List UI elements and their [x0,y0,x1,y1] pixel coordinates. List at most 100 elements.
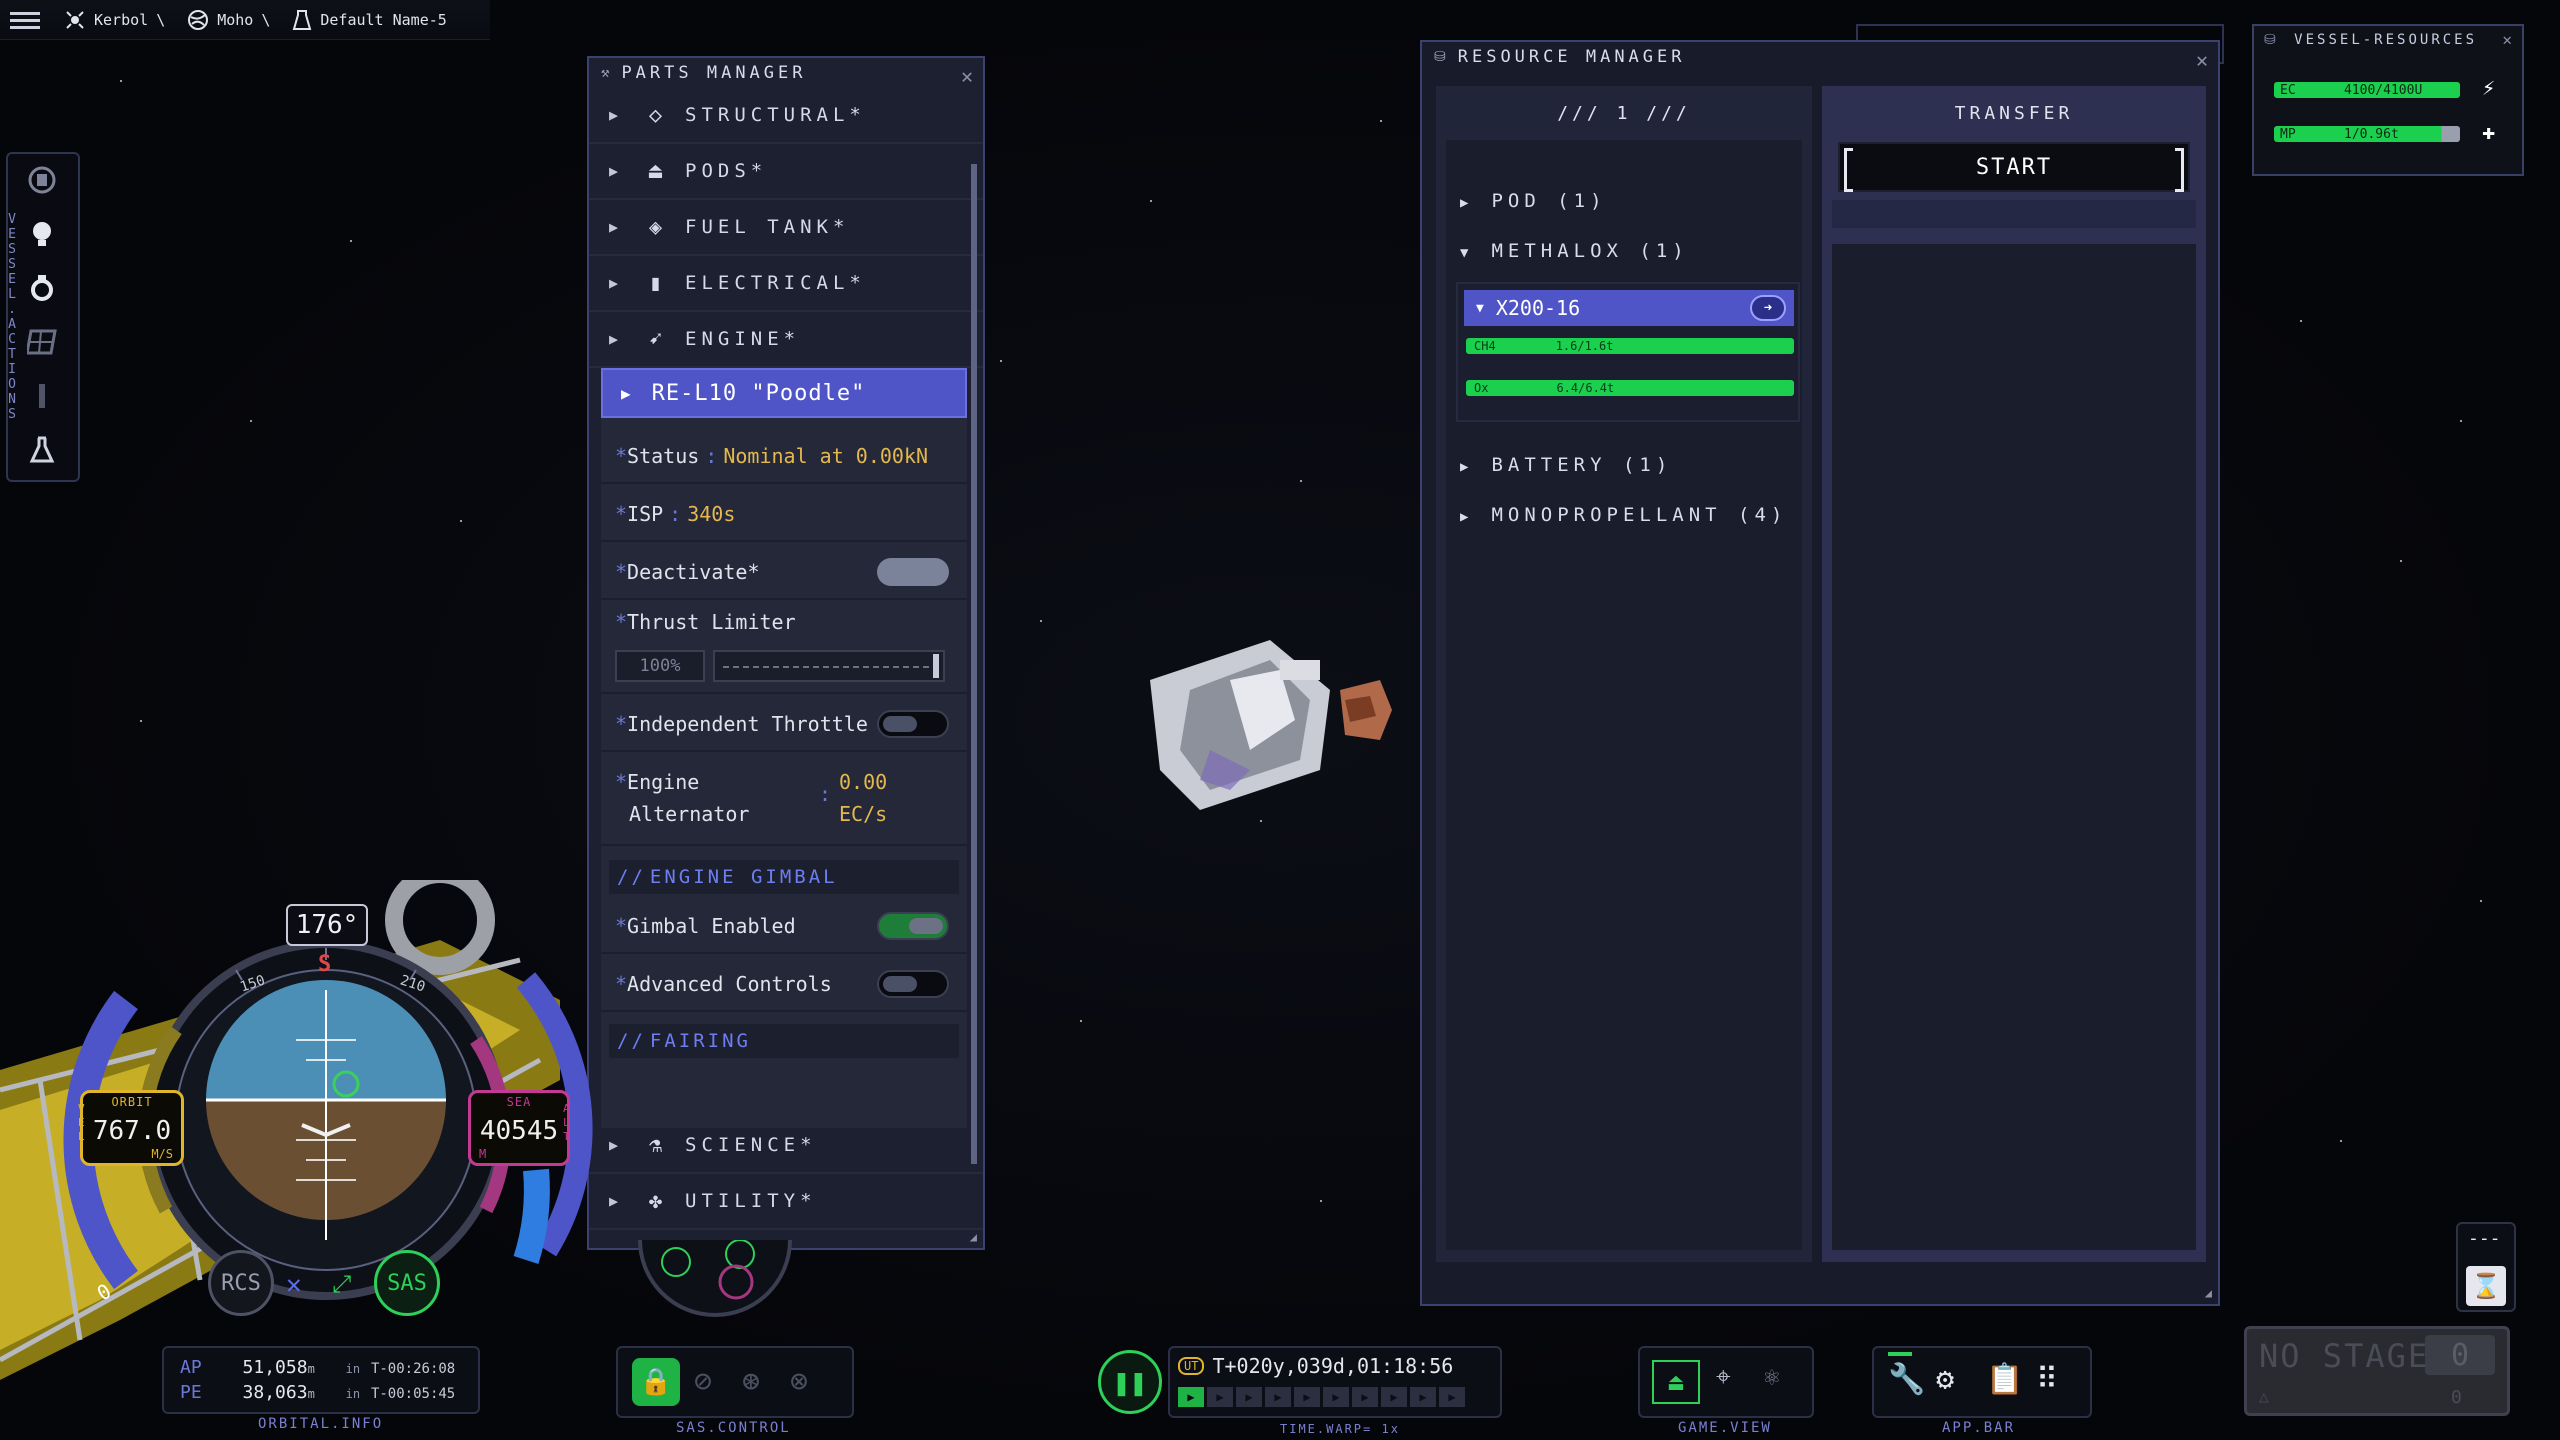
thrust-limiter-row: *Thrust Limiter 100% [601,602,967,694]
resource-category-pod[interactable]: ▶ POD (1) [1460,190,1607,212]
time-warp-step[interactable]: ▶ [1439,1387,1465,1407]
altitude-unit: M [479,1147,487,1161]
science-flask-icon[interactable] [26,434,58,466]
stage-icon[interactable] [26,164,58,196]
rcs-translate-icon[interactable]: ✕ [286,1270,302,1300]
rcs-button[interactable]: RCS [208,1250,274,1316]
resource-category-battery[interactable]: ▶ BATTERY (1) [1460,454,1672,476]
category-pods[interactable]: ▶ ⏏ PODS* [589,144,983,200]
sas-button[interactable]: SAS [374,1250,440,1316]
chevron-right-icon: ▶ [1460,195,1474,211]
vessel-actions-label: VESSEL.ACTIONS [8,212,16,422]
resize-handle-icon[interactable]: ◢ [970,1230,977,1244]
close-icon[interactable]: ✕ [2502,30,2512,49]
solar-panel-icon[interactable] [26,326,58,358]
resource-manager-title: RESOURCE MANAGER [1457,47,1686,67]
sas-lock-button[interactable]: 🔒 [632,1358,680,1406]
clipboard-icon[interactable]: 📋 [1986,1362,2023,1397]
time-warp-step[interactable]: ▶ [1178,1387,1204,1407]
thrust-limiter-input[interactable]: 100% [615,650,705,682]
sas-hold-icon[interactable]: ⤢ [332,1270,351,1298]
status-value: Nominal at 0.00kN [723,444,929,468]
time-warp-step[interactable]: ▶ [1352,1387,1378,1407]
breadcrumb-body[interactable]: Moho \ [187,9,270,31]
time-warp-step[interactable]: ▶ [1294,1387,1320,1407]
resource-category-monopropellant[interactable]: ▶ MONOPROPELLANT (4) [1460,504,1787,526]
slider-handle[interactable] [933,654,939,678]
chevron-down-icon: ▼ [1476,300,1484,316]
transfer-list-area [1832,244,2196,1250]
category-electrical[interactable]: ▶ ▮ ELECTRICAL* [589,256,983,312]
pause-button[interactable]: ❚❚ [1098,1350,1162,1414]
tracking-station-icon[interactable]: ⚛ [1764,1362,1780,1392]
breadcrumb-system[interactable]: Kerbol \ [64,9,165,31]
category-engine[interactable]: ▶ ➹ ENGINE* [589,312,983,368]
vessel-resources-titlebar[interactable]: ⛁ VESSEL-RESOURCES [2254,26,2522,54]
resource-category-methalox[interactable]: ▼ METHALOX (1) [1460,240,1689,262]
selected-part-header[interactable]: ▶ RE-L10 "Poodle" [601,368,967,418]
fairing-header[interactable]: //FAIRING [609,1024,959,1058]
ut-badge[interactable]: UT [1178,1357,1205,1375]
light-icon[interactable] [26,218,58,250]
tab-group-1[interactable]: /// 1 /// [1436,86,1812,140]
velocity-readout[interactable]: ORBIT 767.0 M/S [80,1090,184,1166]
vessel-resources-window: ⛁ VESSEL-RESOURCES ✕ EC 4100/4100U ⚡ MP … [2252,24,2524,176]
chevron-right-icon: ▶ [1460,459,1474,475]
breadcrumb-vessel[interactable]: Default Name-5 [292,9,447,31]
tank-header[interactable]: ▼ X200-16 ➜ [1464,290,1794,326]
time-warp-step[interactable]: ▶ [1265,1387,1291,1407]
time-warp-step[interactable]: ▶ [1410,1387,1436,1407]
transfer-panel: TRANSFER START [1822,86,2206,1262]
sas-retrograde-icon[interactable]: ⊛ [742,1364,760,1399]
close-icon[interactable]: ✕ [2196,48,2208,72]
gear-icon[interactable] [26,272,58,304]
start-transfer-button[interactable]: START [1838,142,2190,192]
ch4-bar: CH4 1.6/1.6t [1466,338,1794,354]
resize-handle-icon[interactable]: ◢ [2205,1286,2212,1300]
app-grid-icon[interactable]: ⠿ [2036,1362,2058,1397]
deactivate-button[interactable] [877,558,949,586]
independent-throttle-toggle[interactable] [877,710,949,738]
sas-prograde-icon[interactable]: ⊘ [694,1364,712,1399]
engine-alternator-row: *Engine Alternator : 0.00 EC/s [601,754,967,846]
settings-gear-icon[interactable]: ⚙ [1936,1362,1954,1397]
gimbal-enabled-toggle[interactable] [877,912,949,940]
resource-icon: ⛁ [1434,49,1450,65]
parts-manager-titlebar[interactable]: ⚒ PARTS MANAGER [589,58,983,88]
menu-icon[interactable] [8,9,42,31]
sas-target-icon[interactable]: ⊗ [790,1364,808,1399]
thrust-limiter-slider[interactable] [713,650,945,682]
advanced-controls-toggle[interactable] [877,970,949,998]
category-structural[interactable]: ▶ ◇ STRUCTURAL* [589,88,983,144]
stages-panel[interactable]: NO STAGES 0 △ 0 [2244,1326,2510,1416]
category-science[interactable]: ▶ ⚗ SCIENCE* [589,1118,983,1174]
part-detail-panel: ▶ RE-L10 "Poodle" *Status: Nominal at 0.0… [601,368,967,1128]
category-label: UTILITY* [685,1190,817,1212]
resource-manager-titlebar[interactable]: ⛁ RESOURCE MANAGER [1422,42,2218,72]
map-pin-icon[interactable]: ⌖ [1716,1362,1731,1393]
altitude-side-label: ALT [563,1102,570,1143]
game-view-label: GAME.VIEW [1678,1420,1772,1436]
close-icon[interactable]: ✕ [961,64,973,88]
stage-side-panel: --- ⌛ [2456,1222,2516,1312]
time-warp-step[interactable]: ▶ [1207,1387,1233,1407]
time-warp-step[interactable]: ▶ [1236,1387,1262,1407]
category-fuel-tank[interactable]: ▶ ◈ FUEL TANK* [589,200,983,256]
time-warp-step[interactable]: ▶ [1323,1387,1349,1407]
time-warp-bar[interactable]: ▶ ▶ ▶ ▶ ▶ ▶ ▶ ▶ ▶ ▶ [1178,1386,1468,1407]
brakes-icon[interactable] [26,380,58,412]
stage-hourglass-icon[interactable]: ⌛ [2466,1266,2506,1306]
category-label: SCIENCE* [685,1134,817,1156]
parts-scrollbar[interactable] [971,164,977,1164]
tab-transfer[interactable]: TRANSFER [1822,86,2206,140]
category-utility[interactable]: ▶ ✤ UTILITY* [589,1174,983,1230]
flight-view-icon[interactable]: ⏏ [1652,1360,1700,1404]
chevron-right-icon: ▶ [609,218,624,236]
transfer-arrow-icon[interactable]: ➜ [1750,295,1786,321]
engine-gimbal-header[interactable]: //ENGINE GIMBAL [609,860,959,894]
wrench-icon[interactable]: 🔧 [1888,1362,1925,1397]
chevron-down-icon: ▼ [1460,245,1474,261]
altitude-readout[interactable]: SEA 40545 M [468,1090,570,1166]
time-warp-step[interactable]: ▶ [1381,1387,1407,1407]
parts-manager-window: ⚒ PARTS MANAGER ✕ ▶ ◇ STRUCTURAL* ▶ ⏏ PO… [587,56,985,1250]
